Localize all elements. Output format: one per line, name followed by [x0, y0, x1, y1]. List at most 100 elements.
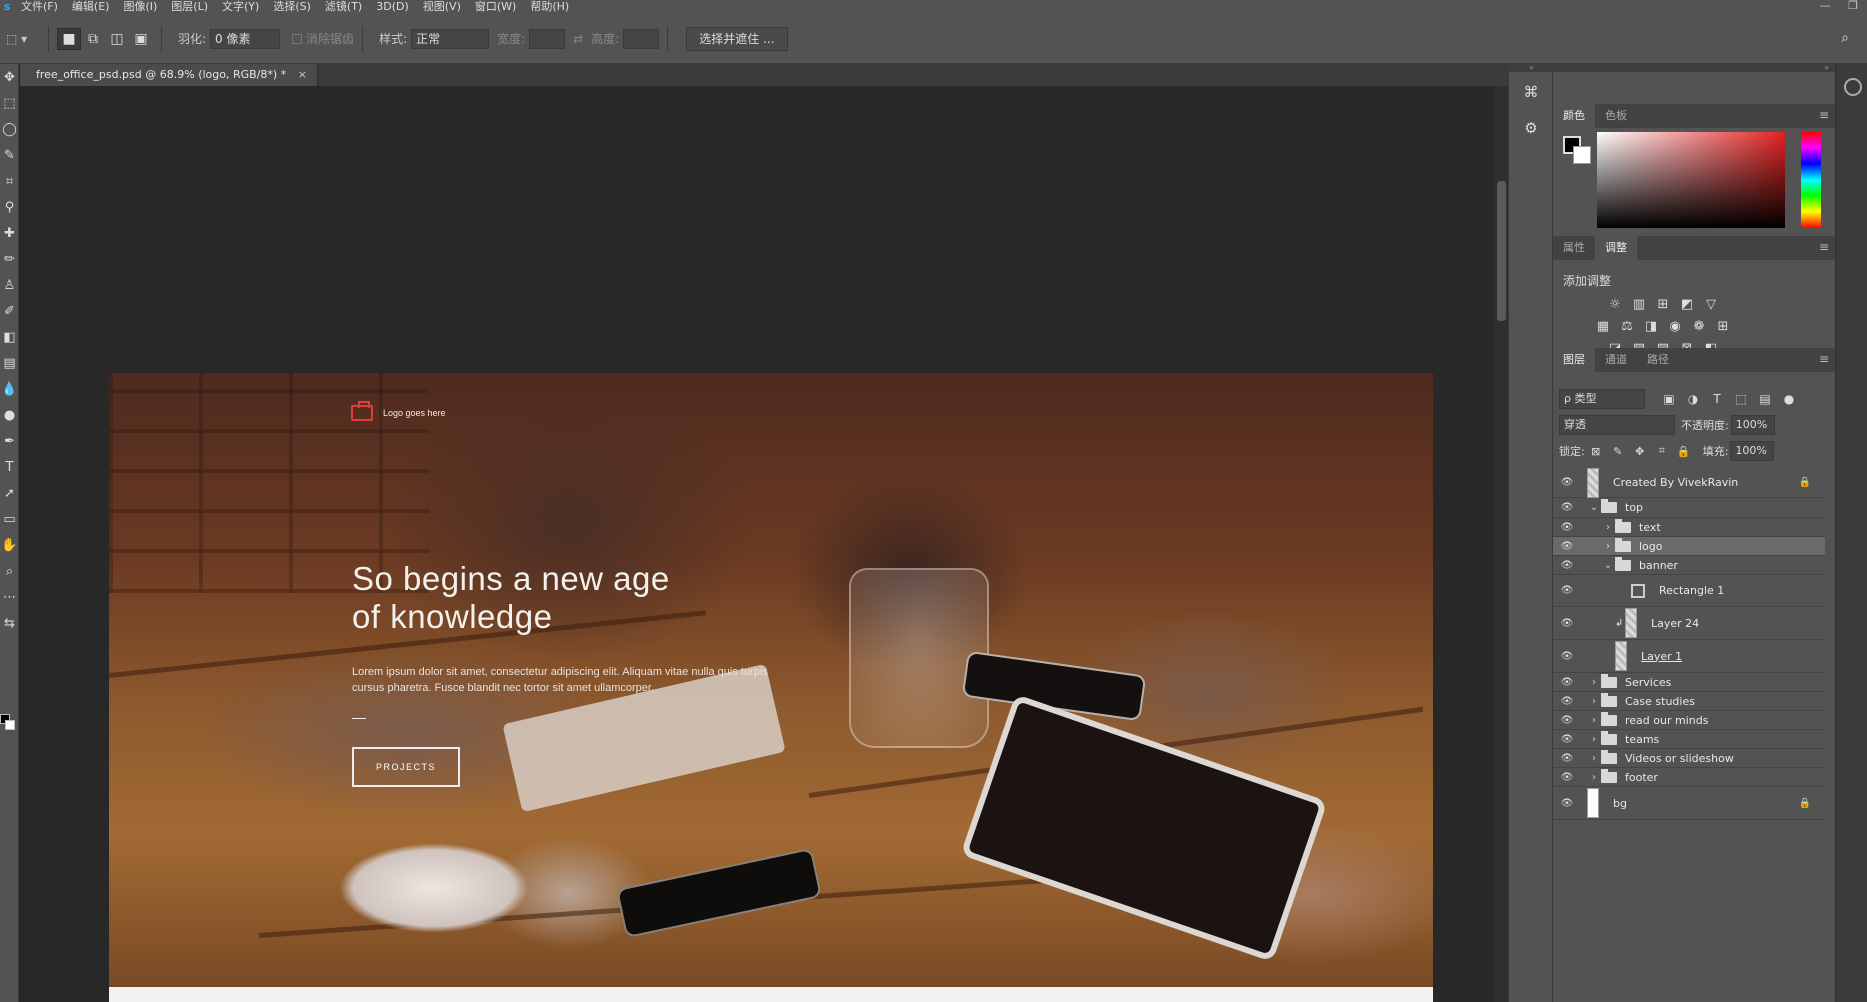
layer-row[interactable]: 👁 › text [1553, 518, 1825, 537]
brightness-icon[interactable]: ☼ [1603, 294, 1627, 316]
swap-colors-icon[interactable]: ⇆ [0, 610, 19, 636]
vibrance-icon[interactable]: ▽ [1699, 294, 1723, 316]
visibility-eye-icon[interactable]: 👁 [1553, 477, 1581, 488]
filter-smart-object-icon[interactable]: ▤ [1753, 392, 1777, 406]
artboard[interactable]: Logo goes here So begins a new age of kn… [109, 373, 1433, 1002]
history-icon[interactable]: ⌘ [1519, 80, 1543, 104]
layer-row[interactable]: 👁 Rectangle 1 [1553, 575, 1825, 607]
menu-select[interactable]: 选择(S) [266, 0, 318, 14]
visibility-eye-icon[interactable]: 👁 [1553, 560, 1581, 571]
menu-3d[interactable]: 3D(D) [369, 0, 416, 14]
filter-shape-icon[interactable]: ⬚ [1729, 392, 1753, 406]
panel-menu-icon[interactable]: ≡ [1819, 240, 1829, 254]
visibility-eye-icon[interactable]: 👁 [1553, 677, 1581, 688]
menu-filter[interactable]: 滤镜(T) [318, 0, 369, 14]
lock-all-icon[interactable]: 🔒 [1673, 445, 1695, 458]
width-input[interactable] [529, 28, 566, 49]
chevron-right-icon[interactable]: › [1587, 677, 1601, 688]
visibility-eye-icon[interactable]: 👁 [1553, 522, 1581, 533]
minimize-button[interactable]: — [1811, 0, 1839, 14]
panel-menu-icon[interactable]: ≡ [1819, 108, 1829, 122]
history-brush-icon[interactable]: ✐ [0, 298, 19, 324]
new-selection-icon[interactable]: ■ [57, 27, 81, 50]
filter-adjustment-icon[interactable]: ◑ [1681, 392, 1705, 406]
tab-layers[interactable]: 图层 [1553, 348, 1595, 372]
blend-mode-select[interactable]: 穿透 [1559, 415, 1675, 435]
visibility-eye-icon[interactable]: 👁 [1553, 585, 1581, 596]
layer-filter-select[interactable]: ρ 类型 [1559, 389, 1645, 409]
lock-position-icon[interactable]: ✥ [1629, 445, 1651, 458]
hand-tool-icon[interactable]: ✋ [0, 532, 19, 558]
pen-tool-icon[interactable]: ✒ [0, 428, 19, 454]
marquee-tool-icon[interactable]: ⬚ [0, 90, 19, 116]
projects-button[interactable]: PROJECTS [352, 747, 460, 787]
visibility-eye-icon[interactable]: 👁 [1553, 734, 1581, 745]
antialias-checkbox[interactable] [292, 33, 303, 44]
filter-pixel-icon[interactable]: ▣ [1657, 392, 1681, 406]
chevron-down-icon[interactable]: ⌄ [1601, 560, 1615, 571]
lock-transparent-icon[interactable]: ⊠ [1585, 445, 1607, 458]
quick-select-tool-icon[interactable]: ✎ [0, 142, 19, 168]
color-lookup-icon[interactable]: ⊞ [1711, 316, 1735, 338]
scrollbar-thumb[interactable] [1497, 181, 1506, 321]
chevron-right-icon[interactable]: › [1587, 696, 1601, 707]
panel-menu-icon[interactable]: ≡ [1819, 352, 1829, 366]
menu-layer[interactable]: 图层(L) [164, 0, 215, 14]
color-balance-icon[interactable]: ⚖ [1615, 316, 1639, 338]
layer-row[interactable]: 👁 › logo [1553, 537, 1825, 556]
tab-properties[interactable]: 属性 [1553, 236, 1595, 260]
intersect-selection-icon[interactable]: ▣ [129, 28, 153, 50]
filter-toggle-icon[interactable]: ● [1777, 392, 1801, 406]
exposure-icon[interactable]: ◩ [1675, 294, 1699, 316]
menu-view[interactable]: 视图(V) [416, 0, 468, 14]
chevron-down-icon[interactable]: ⌄ [1587, 502, 1601, 513]
swap-icon[interactable]: ⇄ [573, 32, 583, 46]
fill-input[interactable]: 100% [1730, 441, 1775, 461]
layer-row[interactable]: 👁 Layer 1 [1553, 640, 1825, 673]
tab-color[interactable]: 颜色 [1553, 104, 1595, 128]
layer-row[interactable]: 👁 › footer [1553, 768, 1825, 787]
layer-row[interactable]: 👁 ⌄ top [1553, 498, 1825, 518]
menu-edit[interactable]: 编辑(E) [65, 0, 117, 14]
visibility-eye-icon[interactable]: 👁 [1553, 753, 1581, 764]
healing-tool-icon[interactable]: ✚ [0, 220, 19, 246]
chevron-right-icon[interactable]: › [1587, 734, 1601, 745]
layer-row[interactable]: 👁 ↲ Layer 24 [1553, 607, 1825, 640]
more-tools-icon[interactable]: ⋯ [0, 584, 19, 610]
visibility-eye-icon[interactable]: 👁 [1553, 696, 1581, 707]
lock-artboard-icon[interactable]: ⌗ [1651, 444, 1673, 458]
brush-tool-icon[interactable]: ✏ [0, 246, 19, 272]
visibility-eye-icon[interactable]: 👁 [1553, 798, 1581, 809]
lasso-tool-icon[interactable]: ◯ [0, 116, 19, 142]
add-selection-icon[interactable]: ⧉ [81, 28, 105, 50]
visibility-eye-icon[interactable]: 👁 [1553, 715, 1581, 726]
chevron-right-icon[interactable]: › [1601, 522, 1615, 533]
type-tool-icon[interactable]: T [0, 454, 19, 480]
gradient-tool-icon[interactable]: ▤ [0, 350, 19, 376]
dodge-tool-icon[interactable]: ● [0, 402, 19, 428]
menu-window[interactable]: 窗口(W) [468, 0, 523, 14]
restore-button[interactable]: ❐ [1839, 0, 1867, 14]
eraser-tool-icon[interactable]: ◧ [0, 324, 19, 350]
visibility-eye-icon[interactable]: 👁 [1553, 772, 1581, 783]
feather-input[interactable]: 0 像素 [210, 28, 281, 49]
channel-mixer-icon[interactable]: ❁ [1687, 316, 1711, 338]
visibility-eye-icon[interactable]: 👁 [1553, 618, 1581, 629]
visibility-eye-icon[interactable]: 👁 [1553, 502, 1581, 513]
filter-type-icon[interactable]: T [1705, 392, 1729, 406]
chevron-right-icon[interactable]: › [1587, 772, 1601, 783]
menu-file[interactable]: 文件(F) [14, 0, 65, 14]
color-picker-field[interactable] [1597, 132, 1785, 228]
tab-adjustments[interactable]: 调整 [1595, 236, 1637, 260]
opacity-input[interactable]: 100% [1730, 415, 1775, 435]
close-icon[interactable]: × [298, 68, 307, 81]
layer-row[interactable]: 👁 › Case studies [1553, 692, 1825, 711]
curves-icon[interactable]: ⊞ [1651, 294, 1675, 316]
photo-filter-icon[interactable]: ◉ [1663, 316, 1687, 338]
hue-slider[interactable] [1801, 132, 1821, 228]
layer-row[interactable]: 👁 › Videos or slideshow [1553, 749, 1825, 768]
search-icon[interactable]: ⌕ [1841, 30, 1849, 46]
zoom-tool-icon[interactable]: ⌕ [0, 558, 19, 584]
height-input[interactable] [623, 28, 660, 49]
levels-icon[interactable]: ▥ [1627, 294, 1651, 316]
